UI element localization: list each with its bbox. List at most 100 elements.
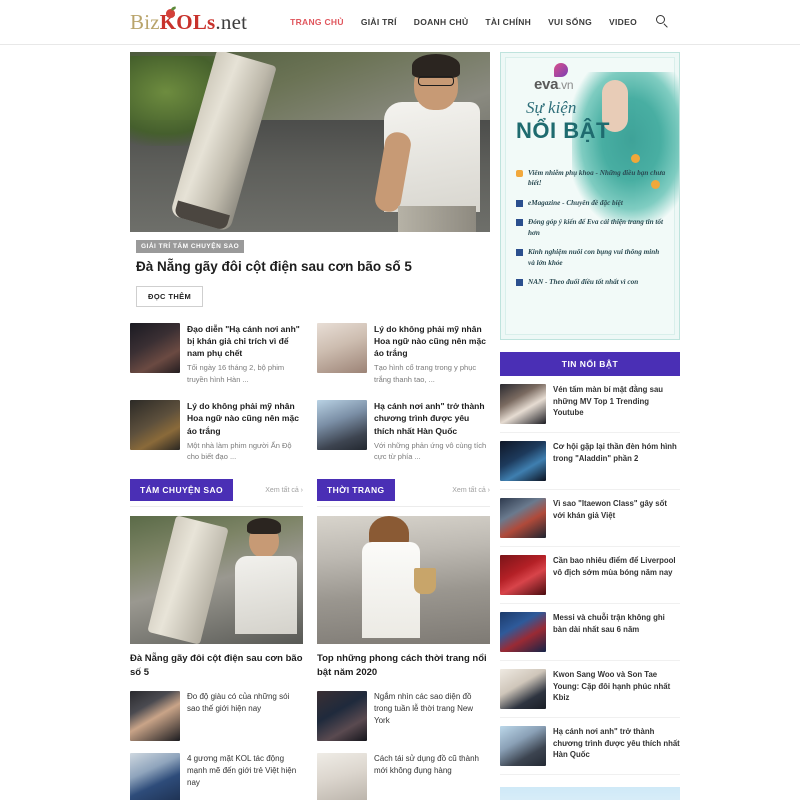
read-more-button[interactable]: ĐỌC THÊM [136, 285, 204, 307]
item-thumbnail [130, 753, 180, 800]
sidebar-news-title[interactable]: Hạ cánh nơi anh" trở thành chương trình … [553, 726, 680, 766]
section-view-all-link[interactable]: Xem tất cả › [265, 487, 303, 494]
sidebar-news-title[interactable]: Cần bao nhiêu điểm để Liverpool vô địch … [553, 555, 680, 595]
article-card[interactable]: Lý do không phải mỹ nhân Hoa ngữ nào cũn… [130, 399, 303, 462]
sidebar-thumbnail [500, 555, 546, 595]
eva-logo-suffix: .vn [558, 78, 574, 92]
section-list-item[interactable]: 4 gương mặt KOL tác động mạnh mẽ đến giớ… [130, 753, 303, 800]
sidebar: eva.vn Sự kiện NỔI BẬT Viêm nhiễm phụ kh… [500, 52, 680, 800]
article-thumbnail [317, 322, 367, 373]
item-title[interactable]: Cách tái sử dụng đồ cũ thành mới không đ… [374, 753, 490, 800]
sidebar-thumbnail [500, 669, 546, 709]
ad-bullet-item[interactable]: Viêm nhiễm phụ khoa - Những điều bạn chư… [516, 168, 666, 189]
logo-biz: Biz [130, 9, 160, 34]
sidebar-thumbnail [500, 612, 546, 652]
bullet-icon [516, 199, 523, 207]
article-excerpt: Tạo hình cổ trang trong y phục trắng tha… [374, 363, 477, 384]
ad-bullet-text: Viêm nhiễm phụ khoa - Những điều bạn chư… [528, 169, 666, 188]
article-excerpt: Với những phản ứng vô cùng tích cực từ p… [374, 440, 487, 462]
section-thoi-trang: THỜI TRANG Xem tất cả › Top những phong … [317, 479, 490, 800]
bullet-icon [516, 219, 523, 227]
section-badge[interactable]: TÁM CHUYỆN SAO [130, 479, 234, 502]
sidebar-news-title[interactable]: Messi và chuỗi trận không ghi bàn dài nh… [553, 612, 680, 652]
bullet-icon [516, 170, 523, 177]
article-card[interactable]: Đạo diễn "Hạ cánh nơi anh" bị khán giả c… [130, 322, 303, 385]
bullet-icon [516, 279, 523, 287]
ad-bullet-item[interactable]: eMagazine - Chuyên đề đặc biệt [516, 198, 666, 208]
ad-inner-frame: eva.vn Sự kiện NỔI BẬT Viêm nhiễm phụ kh… [505, 57, 679, 335]
apple-icon [166, 8, 175, 18]
item-thumbnail [317, 691, 367, 742]
main-column: GIẢI TRÍ TÁM CHUYỆN SAO Đà Nẵng gãy đôi … [130, 52, 490, 800]
person-hair [412, 54, 460, 78]
ad-bullet-item[interactable]: NAN - Theo đuổi điều tốt nhất vì con [516, 277, 666, 287]
article-title[interactable]: Lý do không phải mỹ nhân Hoa ngữ nào cũn… [374, 323, 490, 360]
ad-bullet-item[interactable]: Đóng góp ý kiến để Eva cải thiện trang t… [516, 217, 666, 238]
sidebar-news-item[interactable]: Vì sao "Itaewon Class" gây sốt với khán … [500, 490, 680, 547]
section-view-all-link[interactable]: Xem tất cả › [452, 487, 490, 494]
bullet-icon [516, 249, 523, 257]
sidebar-thumbnail [500, 498, 546, 538]
hero-title[interactable]: Đà Nẵng gãy đôi cột điện sau cơn bão số … [136, 258, 490, 276]
item-title[interactable]: Ngắm nhìn các sao diện đồ trong tuần lễ … [374, 691, 490, 741]
search-icon[interactable] [656, 15, 670, 29]
section-lead-image[interactable] [130, 516, 303, 645]
section-header: TÁM CHUYỆN SAO Xem tất cả › [130, 479, 303, 508]
section-list-item[interactable]: Cách tái sử dụng đồ cũ thành mới không đ… [317, 753, 490, 800]
section-badge[interactable]: THỜI TRANG [317, 479, 395, 502]
hero-person [366, 54, 484, 232]
section-lead-title[interactable]: Đà Nẵng gãy đôi cột điện sau cơn bão số … [130, 652, 303, 679]
sidebar-news-item[interactable]: Vén tấm màn bí mật đằng sau những MV Top… [500, 376, 680, 433]
resort-ad-image[interactable] [500, 787, 680, 800]
logo-net: .net [215, 9, 248, 34]
sidebar-news-title[interactable]: Vén tấm màn bí mật đằng sau những MV Top… [553, 384, 680, 424]
search-icon-handle [663, 23, 668, 28]
ad-bullet-text: NAN - Theo đuổi điều tốt nhất vì con [528, 278, 639, 287]
content-wrap: GIẢI TRÍ TÁM CHUYỆN SAO Đà Nẵng gãy đôi … [0, 45, 800, 800]
glasses-icon [418, 76, 454, 86]
nav-item-video[interactable]: VIDEO [609, 17, 637, 27]
nav-item-tai-chinh[interactable]: TÀI CHÍNH [485, 17, 531, 27]
sidebar-heading: TIN NỔI BẬT [500, 352, 680, 376]
article-card[interactable]: Hạ cánh nơi anh" trở thành chương trình … [317, 399, 490, 462]
site-logo[interactable]: BizKOLs.net [130, 8, 248, 35]
section-list-item[interactable]: Đo độ giàu có của những sói sao thế giới… [130, 691, 303, 742]
sidebar-news-item[interactable]: Hạ cánh nơi anh" trở thành chương trình … [500, 718, 680, 775]
article-card[interactable]: Lý do không phải mỹ nhân Hoa ngữ nào cũn… [317, 322, 490, 385]
sidebar-news-item[interactable]: Messi và chuỗi trận không ghi bàn dài nh… [500, 604, 680, 661]
item-title[interactable]: Đo độ giàu có của những sói sao thế giới… [187, 691, 303, 741]
item-title[interactable]: 4 gương mặt KOL tác động mạnh mẽ đến giớ… [187, 753, 303, 800]
article-thumbnail [317, 399, 367, 450]
page-root: BizKOLs.net TRANG CHỦ GIẢI TRÍ DOANH CHỦ… [0, 0, 800, 800]
article-title[interactable]: Hạ cánh nơi anh" trở thành chương trình … [374, 400, 490, 437]
article-title[interactable]: Đạo diễn "Hạ cánh nơi anh" bị khán giả c… [187, 323, 303, 360]
eva-logo-mark [554, 63, 568, 77]
nav-item-vui-song[interactable]: VUI SỐNG [548, 17, 592, 27]
sidebar-news-title[interactable]: Vì sao "Itaewon Class" gây sốt với khán … [553, 498, 680, 538]
sidebar-news-item[interactable]: Cơ hội gặp lại thần đèn hóm hình trong "… [500, 433, 680, 490]
sidebar-news-title[interactable]: Cơ hội gặp lại thần đèn hóm hình trong "… [553, 441, 680, 481]
eva-logo: eva.vn [534, 76, 574, 93]
sidebar-news-item[interactable]: Kwon Sang Woo và Son Tae Young: Cặp đôi … [500, 661, 680, 718]
ad-bullet-item[interactable]: Kinh nghiệm nuôi con bụng vui thông minh… [516, 247, 666, 268]
sidebar-news-item[interactable]: Cần bao nhiêu điểm để Liverpool vô địch … [500, 547, 680, 604]
item-thumbnail [130, 691, 180, 742]
site-header: BizKOLs.net TRANG CHỦ GIẢI TRÍ DOANH CHỦ… [0, 0, 800, 45]
hero-article[interactable]: GIẢI TRÍ TÁM CHUYỆN SAO Đà Nẵng gãy đôi … [130, 52, 490, 307]
sidebar-thumbnail [500, 384, 546, 424]
section-list-item[interactable]: Ngắm nhìn các sao diện đồ trong tuần lễ … [317, 691, 490, 742]
nav-item-giai-tri[interactable]: GIẢI TRÍ [361, 17, 397, 27]
ad-decor-dot [631, 154, 640, 163]
sidebar-thumbnail [500, 726, 546, 766]
item-thumbnail [317, 753, 367, 800]
nav-item-trang-chu[interactable]: TRANG CHỦ [290, 17, 344, 27]
hero-category-badge[interactable]: GIẢI TRÍ TÁM CHUYỆN SAO [136, 240, 245, 253]
section-lead-title[interactable]: Top những phong cách thời trang nổi bật … [317, 652, 490, 679]
eva-ad-banner[interactable]: eva.vn Sự kiện NỔI BẬT Viêm nhiễm phụ kh… [500, 52, 680, 340]
nav-item-doanh-chu[interactable]: DOANH CHỦ [414, 17, 469, 27]
article-title[interactable]: Lý do không phải mỹ nhân Hoa ngữ nào cũn… [187, 400, 303, 437]
section-lead-image[interactable] [317, 516, 490, 645]
sidebar-news-title[interactable]: Kwon Sang Woo và Son Tae Young: Cặp đôi … [553, 669, 680, 709]
ad-bullet-text: eMagazine - Chuyên đề đặc biệt [528, 198, 623, 207]
article-grid: Đạo diễn "Hạ cánh nơi anh" bị khán giả c… [130, 322, 490, 478]
